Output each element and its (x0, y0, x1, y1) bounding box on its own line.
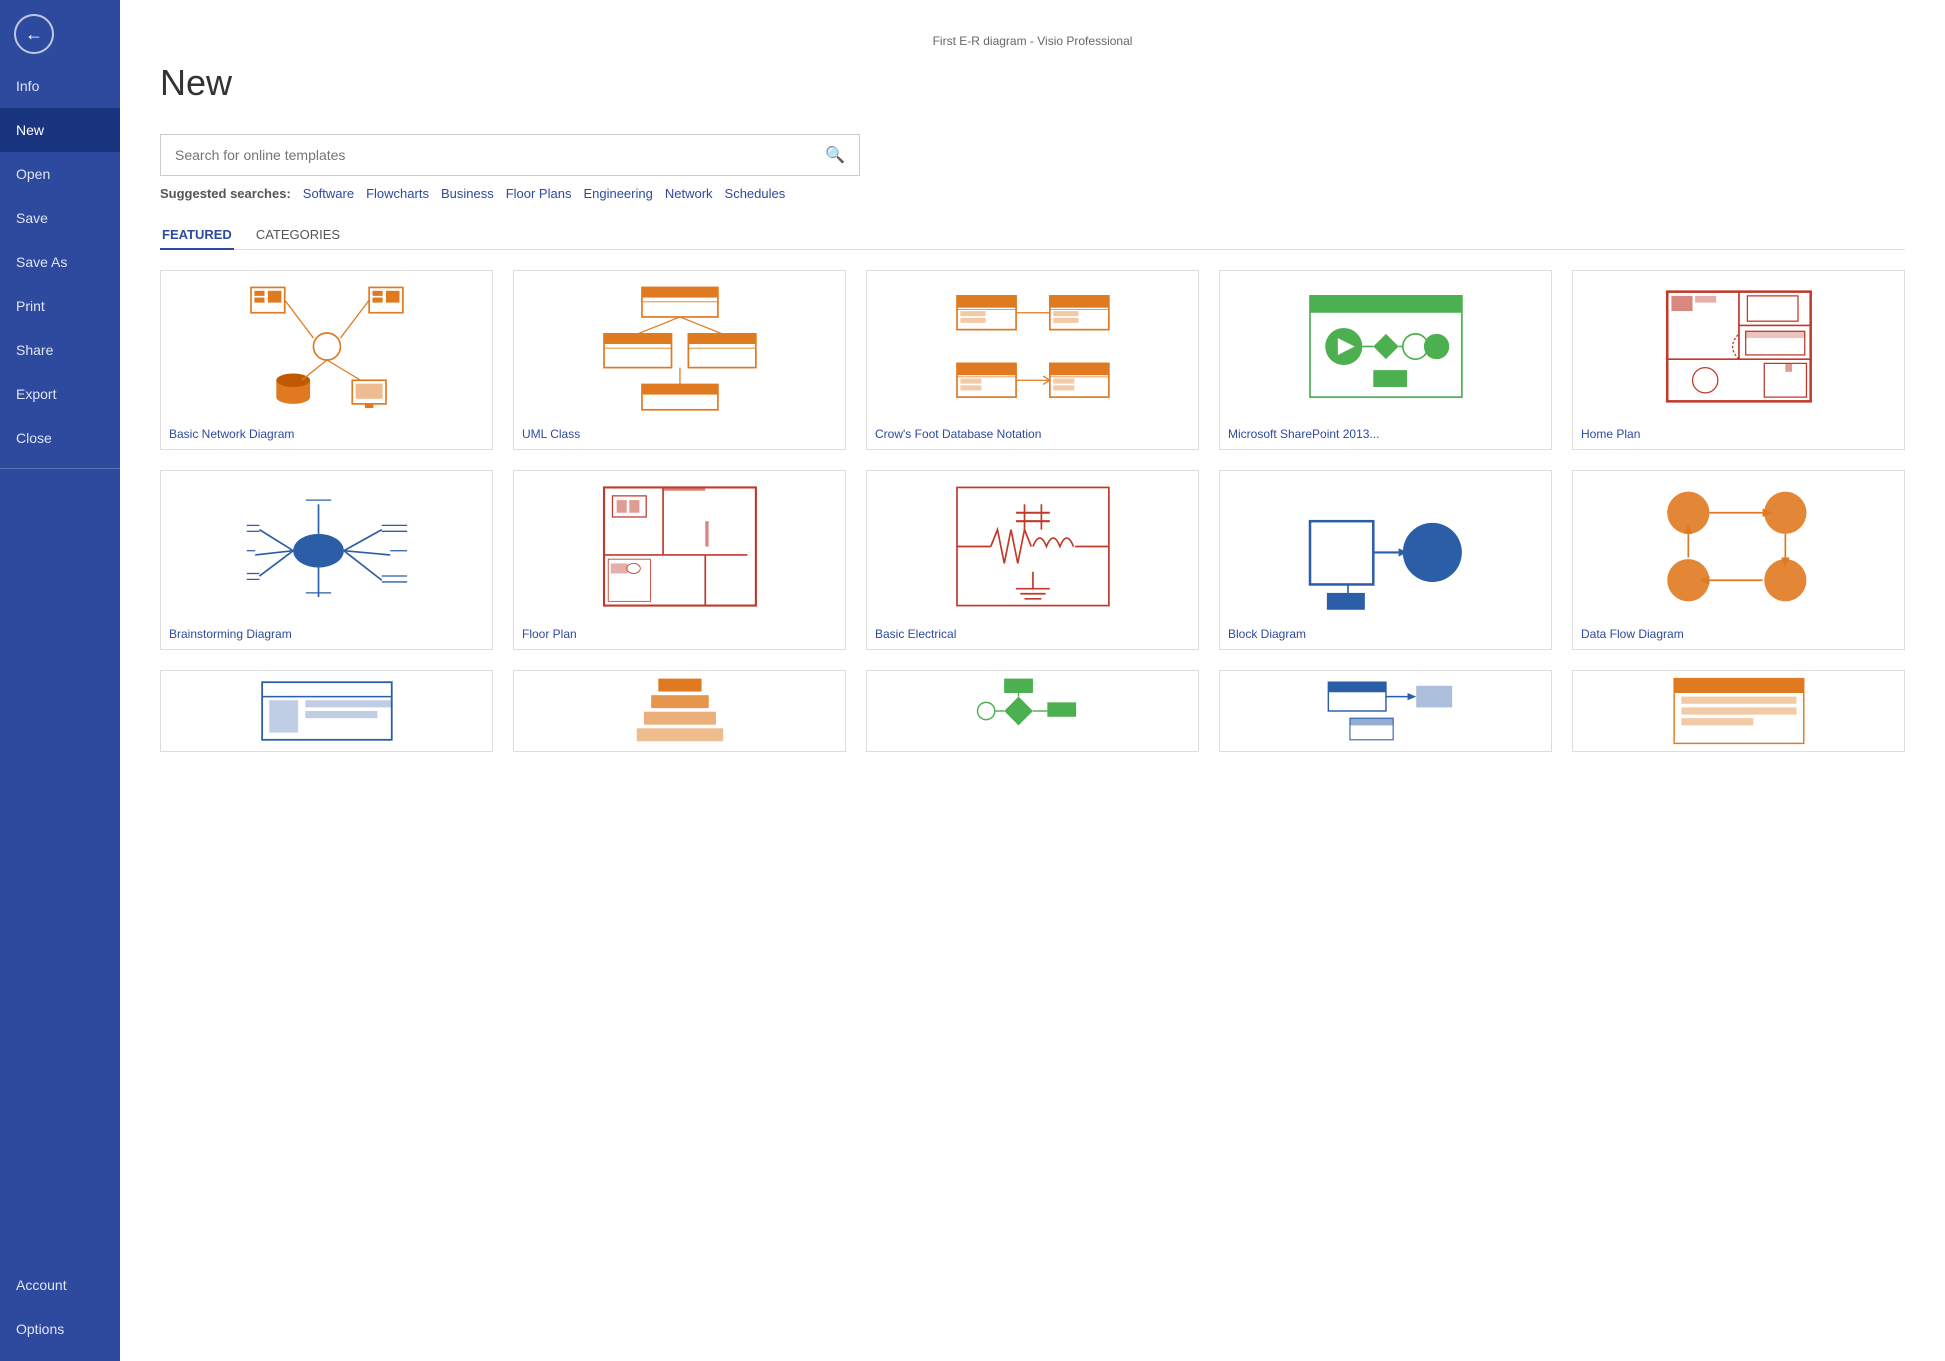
main-content: First E-R diagram - Visio Professional N… (120, 0, 1945, 1361)
template-brainstorming[interactable]: Brainstorming Diagram (160, 470, 493, 650)
template-label-uml-class: UML Class (514, 421, 845, 449)
suggested-business[interactable]: Business (441, 186, 494, 201)
sidebar-item-open[interactable]: Open (0, 152, 120, 196)
template-thumb-basic-electrical (867, 471, 1198, 621)
template-floor-plan[interactable]: Floor Plan (513, 470, 846, 650)
template-grid-row2: Brainstorming Diagram (160, 470, 1905, 650)
template-thumb-row3-2 (514, 671, 845, 751)
sidebar: ← Info New Open Save Save As Print Share… (0, 0, 120, 1361)
window-title: First E-R diagram - Visio Professional (160, 30, 1905, 52)
sidebar-bottom: Account Options (0, 1263, 120, 1361)
suggested-label: Suggested searches: (160, 186, 291, 201)
template-basic-network[interactable]: Basic Network Diagram (160, 270, 493, 450)
sidebar-item-print[interactable]: Print (0, 284, 120, 328)
row3-5-svg (1590, 675, 1888, 747)
search-button[interactable]: 🔍 (811, 135, 859, 175)
sidebar-item-close[interactable]: Close (0, 416, 120, 460)
template-thumb-sharepoint (1220, 271, 1551, 421)
suggested-flowcharts[interactable]: Flowcharts (366, 186, 429, 201)
template-sharepoint[interactable]: Microsoft SharePoint 2013... (1219, 270, 1552, 450)
row3-2-svg (531, 675, 829, 747)
block-diagram-svg (1237, 479, 1535, 614)
suggested-software[interactable]: Software (303, 186, 354, 201)
row3-4-svg (1237, 675, 1535, 747)
back-button[interactable]: ← (14, 14, 54, 54)
template-row3-5[interactable] (1572, 670, 1905, 752)
template-thumb-brainstorming (161, 471, 492, 621)
template-block-diagram[interactable]: Block Diagram (1219, 470, 1552, 650)
suggested-engineering[interactable]: Engineering (583, 186, 652, 201)
brainstorming-svg (178, 479, 476, 614)
template-basic-electrical[interactable]: Basic Electrical (866, 470, 1199, 650)
row3-1-svg (178, 675, 476, 747)
sidebar-item-info[interactable]: Info (0, 64, 120, 108)
page-title: New (160, 62, 1905, 104)
template-row3-1[interactable] (160, 670, 493, 752)
suggested-network[interactable]: Network (665, 186, 713, 201)
tab-featured[interactable]: FEATURED (160, 221, 234, 250)
sidebar-item-save[interactable]: Save (0, 196, 120, 240)
template-label-brainstorming: Brainstorming Diagram (161, 621, 492, 649)
template-thumb-data-flow (1573, 471, 1904, 621)
suggested-searches: Suggested searches: Software Flowcharts … (160, 186, 1905, 201)
template-grid-row3 (160, 670, 1905, 752)
template-thumb-floor-plan (514, 471, 845, 621)
uml-svg (531, 279, 829, 414)
sidebar-item-account[interactable]: Account (0, 1263, 120, 1307)
template-label-basic-network: Basic Network Diagram (161, 421, 492, 449)
template-label-basic-electrical: Basic Electrical (867, 621, 1198, 649)
template-thumb-block-diagram (1220, 471, 1551, 621)
tab-categories[interactable]: CATEGORIES (254, 221, 342, 250)
template-thumb-row3-4 (1220, 671, 1551, 751)
row3-3-svg (884, 675, 1182, 747)
template-thumb-basic-network (161, 271, 492, 421)
template-label-sharepoint: Microsoft SharePoint 2013... (1220, 421, 1551, 449)
suggested-floor-plans[interactable]: Floor Plans (506, 186, 572, 201)
search-input[interactable] (161, 137, 811, 173)
template-grid-row1: Basic Network Diagram (160, 270, 1905, 450)
template-thumb-row3-1 (161, 671, 492, 751)
template-label-floor-plan: Floor Plan (514, 621, 845, 649)
template-row3-4[interactable] (1219, 670, 1552, 752)
crows-foot-svg (884, 279, 1182, 414)
sidebar-item-export[interactable]: Export (0, 372, 120, 416)
template-thumb-uml-class (514, 271, 845, 421)
sidebar-divider (0, 468, 120, 469)
sharepoint-svg (1237, 279, 1535, 414)
template-data-flow[interactable]: Data Flow Diagram (1572, 470, 1905, 650)
electrical-svg (884, 479, 1182, 614)
template-label-home-plan: Home Plan (1573, 421, 1904, 449)
tabs: FEATURED CATEGORIES (160, 221, 1905, 250)
sidebar-item-save-as[interactable]: Save As (0, 240, 120, 284)
template-label-data-flow: Data Flow Diagram (1573, 621, 1904, 649)
network-diagram-svg (178, 279, 476, 414)
template-thumb-row3-5 (1573, 671, 1904, 751)
sidebar-item-new[interactable]: New (0, 108, 120, 152)
data-flow-svg (1590, 479, 1888, 614)
template-home-plan[interactable]: Home Plan (1572, 270, 1905, 450)
sidebar-item-options[interactable]: Options (0, 1307, 120, 1351)
template-row3-2[interactable] (513, 670, 846, 752)
template-label-block-diagram: Block Diagram (1220, 621, 1551, 649)
suggested-schedules[interactable]: Schedules (725, 186, 786, 201)
template-thumb-crows-foot (867, 271, 1198, 421)
template-thumb-row3-3 (867, 671, 1198, 751)
template-label-crows-foot: Crow's Foot Database Notation (867, 421, 1198, 449)
template-uml-class[interactable]: UML Class (513, 270, 846, 450)
home-plan-svg (1590, 279, 1888, 414)
template-crows-foot[interactable]: Crow's Foot Database Notation (866, 270, 1199, 450)
search-bar: 🔍 (160, 134, 860, 176)
template-thumb-home-plan (1573, 271, 1904, 421)
sidebar-item-share[interactable]: Share (0, 328, 120, 372)
floor-plan-svg (531, 479, 829, 614)
template-row3-3[interactable] (866, 670, 1199, 752)
